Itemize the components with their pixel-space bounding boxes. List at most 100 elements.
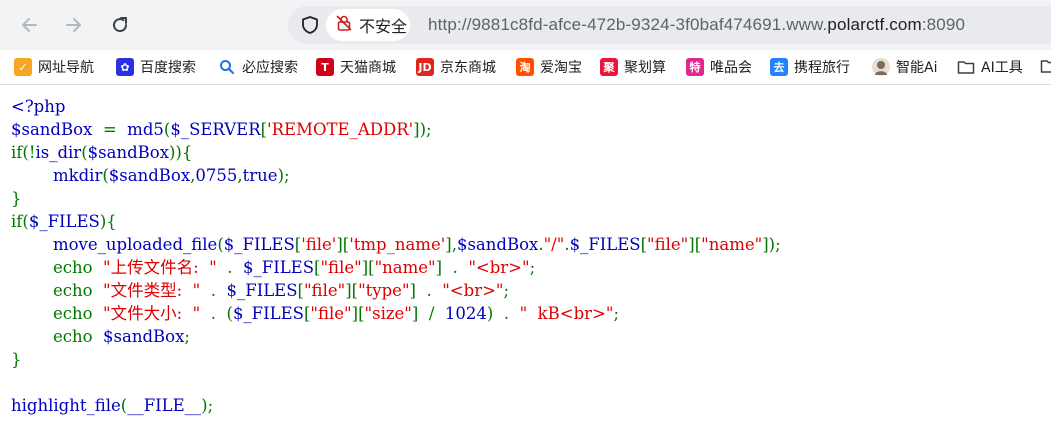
code-subtoken xyxy=(11,304,53,323)
back-button[interactable] xyxy=(13,9,45,41)
code-subtoken: move_uploaded_file xyxy=(52,235,218,254)
code-token xyxy=(11,235,53,254)
code-token: "<br>" xyxy=(468,258,530,277)
code-subtoken: ; xyxy=(184,327,190,346)
bookmark-label: 必应搜索 xyxy=(242,60,298,76)
code-subtoken: $sandBox xyxy=(108,166,191,185)
bookmark-item[interactable]: 去携程旅行 xyxy=(770,56,850,78)
code-token: "file" xyxy=(303,281,346,300)
code-token: "file" xyxy=(320,258,362,277)
code-subtoken: $sandBox xyxy=(11,120,93,139)
code-line: $sandBox = md5($_SERVER['REMOTE_ADDR']); xyxy=(11,120,432,139)
code-line: } xyxy=(11,350,22,369)
url-prefix: http://9881c8fd-afce-472b-9324-3f0baf474… xyxy=(428,15,828,34)
code-subtoken: ]); xyxy=(762,235,781,254)
code-token: 'tmp_name' xyxy=(349,235,446,254)
code-subtoken: ][ xyxy=(688,235,702,254)
bookmark-item[interactable]: 淘爱淘宝 xyxy=(516,56,582,78)
code-subtoken: if xyxy=(11,212,23,231)
code-line: if($_FILES){ xyxy=(11,212,117,231)
code-token: move_uploaded_file($_FILES[ xyxy=(53,235,301,254)
code-subtoken: ) . xyxy=(486,304,520,323)
code-subtoken: $_FILES xyxy=(223,235,295,254)
forward-button[interactable] xyxy=(58,9,90,41)
code-token: ][ xyxy=(345,281,358,300)
code-subtoken: ][ xyxy=(336,235,350,254)
folder-icon xyxy=(957,58,975,76)
code-token: echo xyxy=(52,258,104,277)
code-subtoken xyxy=(11,166,53,185)
code-subtoken xyxy=(11,258,53,277)
bookmarks-bar: ✓ 网址导航 ✿ 百度搜索 必应搜索 T 天猫商城 JD 京东商城淘爱淘宝聚聚划算特唯品会去携程… xyxy=(0,50,1051,85)
security-chip[interactable]: 不安全 xyxy=(326,9,410,41)
code-token: $sandBox; xyxy=(103,327,190,346)
code-token: "name" xyxy=(701,235,763,254)
code-subtoken: ][ xyxy=(345,281,359,300)
code-subtoken: $_FILES xyxy=(569,235,641,254)
avatar-icon xyxy=(872,58,890,76)
bookmark-item[interactable]: T 天猫商城 xyxy=(316,56,396,78)
code-token: "文件类型: " xyxy=(103,281,201,300)
hao123-icon: ✓ xyxy=(14,58,32,76)
code-token: ]); xyxy=(413,120,431,139)
bookmark-label: 网址导航 xyxy=(38,60,94,76)
bookmark-item[interactable]: 特唯品会 xyxy=(686,56,752,78)
code-subtoken xyxy=(11,281,53,300)
code-subtoken: ); xyxy=(277,166,290,185)
code-subtoken: = xyxy=(92,120,128,139)
vip-icon: 特 xyxy=(686,58,704,76)
code-token: ],$sandBox. xyxy=(445,235,543,254)
shield-icon[interactable] xyxy=(300,15,320,39)
code-subtoken: $sandBox xyxy=(103,327,185,346)
code-subtoken: ] / xyxy=(411,304,445,323)
code-token: "file" xyxy=(647,235,689,254)
code-line: mkdir($sandBox,0755,true); xyxy=(11,166,290,185)
bookmark-item[interactable]: ✿ 百度搜索 xyxy=(116,56,196,78)
bookmark-item[interactable]: ✓ 网址导航 xyxy=(14,56,94,78)
code-token xyxy=(11,304,53,323)
code-token: mkdir($sandBox,0755,true); xyxy=(53,166,290,185)
code-token xyxy=(11,258,53,277)
code-token: "type" xyxy=(358,281,410,300)
code-subtoken: $sandBox xyxy=(87,143,169,162)
code-token: ] . xyxy=(435,258,469,277)
code-subtoken: is_dir xyxy=(35,143,82,162)
code-token: "file" xyxy=(310,304,352,323)
ctrip-icon: 去 xyxy=(770,58,788,76)
bookmark-item[interactable]: 必应搜索 xyxy=(218,56,298,78)
bookmark-item[interactable]: 聚聚划算 xyxy=(600,56,666,78)
bookmark-label: AI工具 xyxy=(981,60,1023,76)
bookmark-item[interactable]: AI工具 xyxy=(957,56,1023,78)
code-subtoken: mkdir xyxy=(52,166,103,185)
code-token: .$_FILES[ xyxy=(564,235,647,254)
code-token: "/" xyxy=(543,235,565,254)
code-token: ; xyxy=(529,258,536,277)
code-token: "size" xyxy=(364,304,412,323)
bookmark-label: 唯品会 xyxy=(710,60,752,76)
code-line: <?php xyxy=(11,97,65,116)
code-token xyxy=(11,327,53,346)
code-subtoken: 0755 xyxy=(195,166,238,185)
folder-icon[interactable] xyxy=(1040,58,1051,78)
bookmark-label: 携程旅行 xyxy=(794,60,850,76)
code-token: . ($_FILES[ xyxy=(200,304,311,323)
arrow-left-icon xyxy=(22,18,37,32)
search-icon xyxy=(218,58,236,76)
code-token: "上传文件名: " xyxy=(103,258,217,277)
code-line: move_uploaded_file($_FILES['file']['tmp_… xyxy=(11,235,781,254)
code-subtoken: 1024 xyxy=(444,304,487,323)
bookmark-label: 智能Ai xyxy=(896,60,938,76)
address-bar[interactable]: 不安全 http://9881c8fd-afce-472b-9324-3f0ba… xyxy=(288,6,1051,44)
code-token: } xyxy=(11,350,22,369)
code-subtoken xyxy=(11,235,53,254)
code-token: . $_FILES[ xyxy=(217,258,320,277)
reload-button[interactable] xyxy=(104,9,136,41)
bookmark-item[interactable]: JD 京东商城 xyxy=(416,56,496,78)
code-subtoken: $_FILES xyxy=(243,258,315,277)
code-subtoken: ]); xyxy=(413,120,432,139)
code-token xyxy=(11,166,53,185)
php-source-code: <?php $sandBox = md5($_SERVER['REMOTE_AD… xyxy=(11,95,781,417)
taobao-icon: 淘 xyxy=(516,58,534,76)
url-text[interactable]: http://9881c8fd-afce-472b-9324-3f0baf474… xyxy=(428,15,965,35)
bookmark-item[interactable]: 智能Ai xyxy=(872,56,937,78)
